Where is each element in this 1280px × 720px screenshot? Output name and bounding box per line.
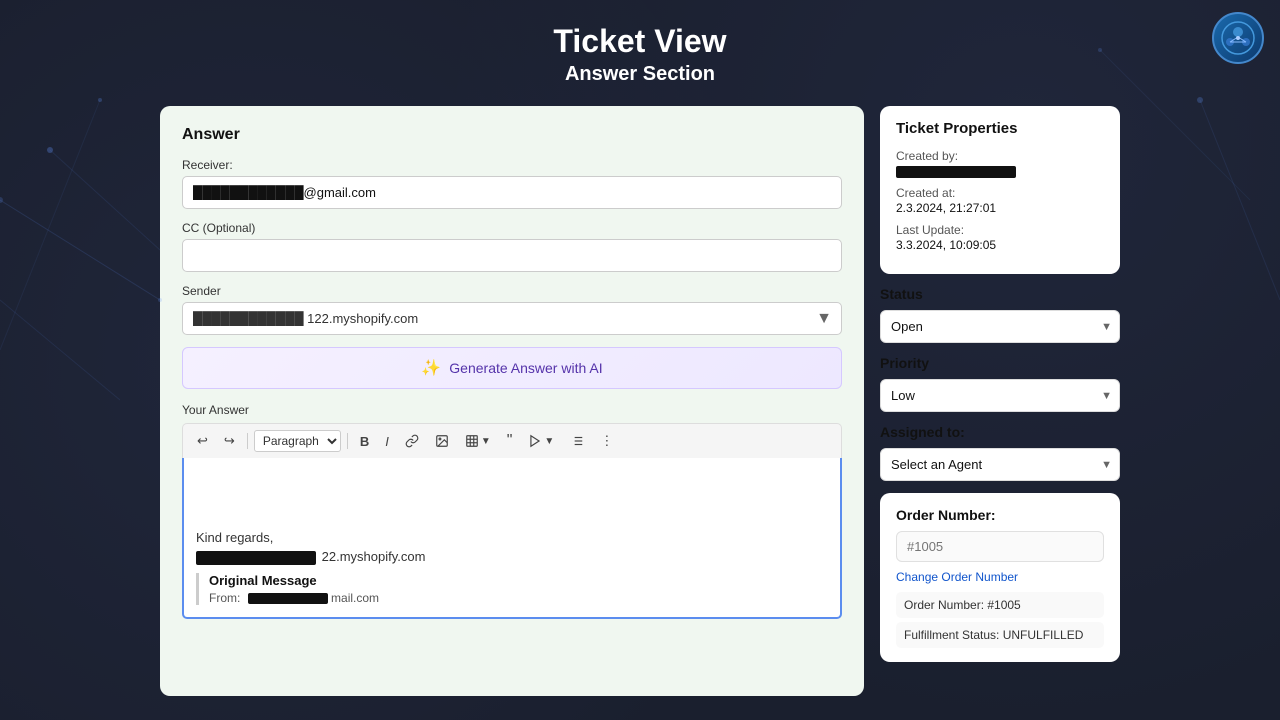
sender-select[interactable]: ████████████ 122.myshopify.com: [182, 302, 842, 335]
created-by-field: Created by:: [896, 149, 1104, 178]
status-section: Status Open Closed Pending ▼: [880, 286, 1120, 343]
original-from: From: mail.com: [209, 591, 828, 605]
sender-label: Sender: [182, 284, 842, 298]
editor-area[interactable]: Kind regards, 22.myshopify.com Original …: [182, 458, 842, 619]
status-select[interactable]: Open Closed Pending: [880, 310, 1120, 343]
italic-button[interactable]: I: [379, 431, 395, 452]
assigned-to-section: Assigned to: Select an Agent ▼: [880, 424, 1120, 481]
bold-button[interactable]: B: [354, 431, 375, 452]
receiver-field-group: Receiver:: [182, 158, 842, 209]
more-button[interactable]: ⋮: [594, 430, 619, 452]
list-button[interactable]: [564, 431, 590, 451]
page-subtitle: Answer Section: [0, 60, 1280, 88]
your-answer-label: Your Answer: [182, 403, 842, 417]
undo-button[interactable]: ↩: [191, 430, 214, 452]
sender-wrapper: ████████████ 122.myshopify.com ▼: [182, 302, 842, 335]
format-select[interactable]: Paragraph: [254, 430, 341, 452]
ticket-properties-card: Ticket Properties Created by: Created at…: [880, 106, 1120, 274]
status-label: Status: [880, 286, 1120, 302]
last-update-label: Last Update:: [896, 223, 1104, 237]
app-logo: [1212, 12, 1264, 64]
answer-panel: Answer Receiver: CC (Optional) Sender ██…: [160, 106, 864, 696]
sender-sig-redacted: [196, 551, 316, 565]
receiver-input[interactable]: [182, 176, 842, 209]
sender-sig-domain: 22.myshopify.com: [322, 549, 426, 564]
status-dropdown: Open Closed Pending ▼: [880, 310, 1120, 343]
kind-regards-text: Kind regards,: [196, 530, 828, 545]
assigned-to-select[interactable]: Select an Agent: [880, 448, 1120, 481]
priority-section: Priority Low Medium High ▼: [880, 355, 1120, 412]
toolbar-divider-1: [247, 433, 248, 449]
created-at-field: Created at: 2.3.2024, 21:27:01: [896, 186, 1104, 215]
answer-heading: Answer: [182, 126, 842, 144]
ticket-properties-title: Ticket Properties: [896, 120, 1104, 137]
original-message-title: Original Message: [209, 573, 828, 588]
assigned-to-dropdown: Select an Agent ▼: [880, 448, 1120, 481]
quote-button[interactable]: ": [501, 429, 519, 453]
order-detail-2: Fulfillment Status: UNFULFILLED: [896, 622, 1104, 648]
ai-sparkle-icon: ✨: [421, 358, 441, 378]
priority-label: Priority: [880, 355, 1120, 371]
order-detail-1: Order Number: #1005: [896, 592, 1104, 618]
receiver-label: Receiver:: [182, 158, 842, 172]
order-number-label: Order Number:: [896, 507, 1104, 523]
priority-dropdown: Low Medium High ▼: [880, 379, 1120, 412]
order-number-input[interactable]: [896, 531, 1104, 562]
last-update-value: 3.3.2024, 10:09:05: [896, 238, 1104, 252]
link-button[interactable]: [399, 431, 425, 451]
cc-label: CC (Optional): [182, 221, 842, 235]
created-by-redacted: [896, 166, 1016, 178]
generate-answer-button[interactable]: ✨ Generate Answer with AI: [182, 347, 842, 389]
cc-field-group: CC (Optional): [182, 221, 842, 272]
created-by-value: [896, 164, 1104, 178]
properties-panel: Ticket Properties Created by: Created at…: [880, 106, 1120, 696]
priority-select[interactable]: Low Medium High: [880, 379, 1120, 412]
video-button[interactable]: ▼: [522, 431, 560, 451]
cc-input[interactable]: [182, 239, 842, 272]
last-update-field: Last Update: 3.3.2024, 10:09:05: [896, 223, 1104, 252]
page-header: Ticket View Answer Section: [0, 0, 1280, 106]
original-message-box: Original Message From: mail.com: [196, 573, 828, 605]
editor-toolbar: ↩ ↪ Paragraph B I ▼ " ▼: [182, 423, 842, 458]
change-order-link[interactable]: Change Order Number: [896, 570, 1018, 584]
created-at-value: 2.3.2024, 21:27:01: [896, 201, 1104, 215]
table-button[interactable]: ▼: [459, 431, 497, 451]
sender-field-group: Sender ████████████ 122.myshopify.com ▼: [182, 284, 842, 335]
editor-content: Kind regards, 22.myshopify.com Original …: [196, 470, 828, 605]
order-number-section: Order Number: Change Order Number Order …: [880, 493, 1120, 662]
created-at-label: Created at:: [896, 186, 1104, 200]
toolbar-divider-2: [347, 433, 348, 449]
image-button[interactable]: [429, 431, 455, 451]
page-title: Ticket View: [0, 22, 1280, 60]
generate-btn-label: Generate Answer with AI: [449, 360, 602, 376]
assigned-to-label: Assigned to:: [880, 424, 1120, 440]
redo-button[interactable]: ↪: [218, 430, 241, 452]
created-by-label: Created by:: [896, 149, 1104, 163]
